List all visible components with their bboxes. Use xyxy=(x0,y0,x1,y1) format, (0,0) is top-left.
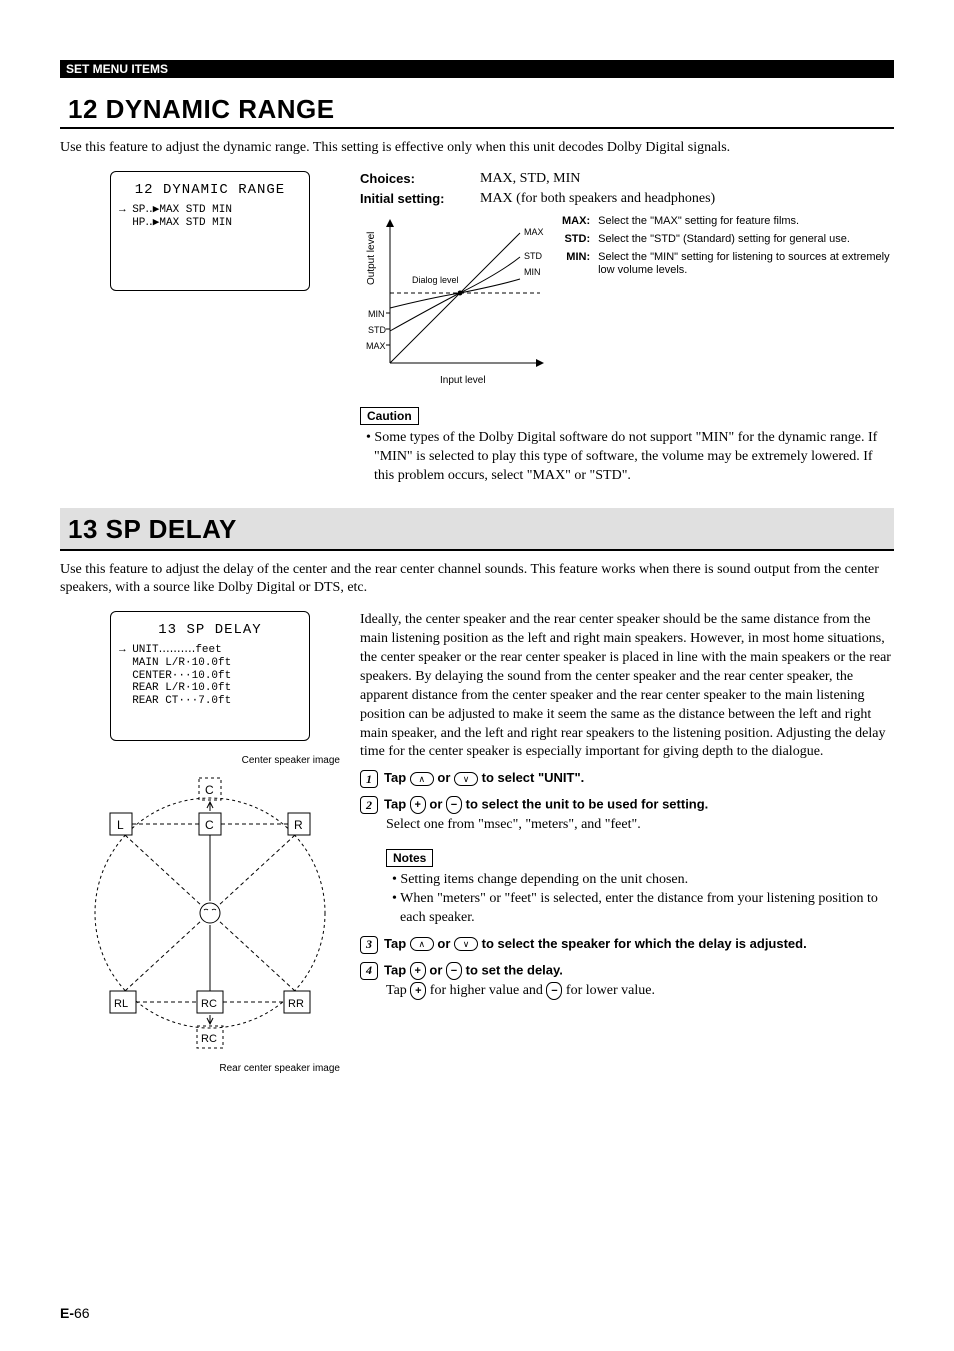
display-line: HP‥▶MAX STD MIN xyxy=(119,217,301,230)
speaker-diagram: Center speaker image L C R C xyxy=(80,755,340,1074)
minus-button-icon: − xyxy=(446,796,462,814)
svg-text:RC: RC xyxy=(201,998,217,1010)
step-sub-text: Tap xyxy=(386,983,410,998)
step-1: 1 Tap ∧ or ∨ to select "UNIT". xyxy=(360,770,894,788)
step-4-sub: Tap + for higher value and − for lower v… xyxy=(386,982,894,1001)
up-button-icon: ∧ xyxy=(410,937,434,951)
step-4: 4 Tap + or − to set the delay. xyxy=(360,962,894,980)
step-sub-text: for lower value. xyxy=(562,983,655,998)
choices-label: Choices: xyxy=(360,171,480,187)
step-text: to select "UNIT". xyxy=(478,770,584,785)
svg-text:RR: RR xyxy=(288,998,304,1010)
down-button-icon: ∨ xyxy=(454,937,478,951)
minus-button-icon: − xyxy=(446,962,462,980)
step-text: Tap xyxy=(384,770,410,785)
section-13-intro: Use this feature to adjust the delay of … xyxy=(60,561,894,597)
step-text: to select the speaker for which the dela… xyxy=(478,936,807,951)
svg-text:Output level: Output level xyxy=(366,232,377,285)
initial-label: Initial setting: xyxy=(360,191,480,207)
svg-text:RL: RL xyxy=(114,998,128,1010)
legend-row-min: MIN:Select the "MIN" setting for listeni… xyxy=(562,251,892,281)
minus-button-icon: − xyxy=(546,982,562,1000)
dynamic-range-graph: MAX STD MIN Dialog level MIN STD MAX Out… xyxy=(360,213,540,393)
display-sp-delay: 13 SP DELAY → UNIT‥‥‥‥‥feet MAIN L/R·10.… xyxy=(110,611,310,741)
step-number-3: 3 xyxy=(360,936,378,954)
step-2: 2 Tap + or − to select the unit to be us… xyxy=(360,796,894,814)
svg-text:STD: STD xyxy=(524,251,543,261)
legend-row-std: STD:Select the "STD" (Standard) setting … xyxy=(562,233,892,249)
step-text: or xyxy=(434,936,454,951)
step-text: or xyxy=(426,797,446,812)
step-text: to set the delay. xyxy=(462,962,563,977)
display-title-13: 13 SP DELAY xyxy=(119,622,301,638)
display-line: → UNIT‥‥‥‥‥feet xyxy=(119,644,301,657)
diagram-top-caption: Center speaker image xyxy=(80,755,340,766)
svg-text:MIN: MIN xyxy=(524,267,541,277)
display-title-12: 12 DYNAMIC RANGE xyxy=(119,182,301,198)
choices-value: MAX, STD, MIN xyxy=(480,171,580,187)
section-13-para: Ideally, the center speaker and the rear… xyxy=(360,611,894,762)
svg-text:L: L xyxy=(117,818,124,832)
svg-text:Dialog level: Dialog level xyxy=(412,275,459,285)
display-line: REAR L/R·10.0ft xyxy=(119,682,301,695)
step-number-2: 2 xyxy=(360,796,378,814)
note-item: • Setting items change depending on the … xyxy=(392,871,894,890)
step-text: or xyxy=(434,770,454,785)
step-text: or xyxy=(426,962,446,977)
svg-text:STD: STD xyxy=(368,325,387,335)
up-button-icon: ∧ xyxy=(410,772,434,786)
caution-text: • Some types of the Dolby Digital softwa… xyxy=(366,429,894,486)
header-bar: SET MENU ITEMS xyxy=(60,60,894,78)
svg-text:R: R xyxy=(294,818,303,832)
svg-text:C: C xyxy=(205,783,214,797)
step-number-4: 4 xyxy=(360,962,378,980)
down-button-icon: ∨ xyxy=(454,772,478,786)
svg-text:Input level: Input level xyxy=(440,375,486,386)
svg-text:MAX: MAX xyxy=(366,341,386,351)
step-3: 3 Tap ∧ or ∨ to select the speaker for w… xyxy=(360,936,894,954)
section-13-title: 13 SP DELAY xyxy=(60,508,894,551)
diagram-bottom-caption: Rear center speaker image xyxy=(80,1063,340,1074)
caution-label: Caution xyxy=(360,407,419,425)
note-item: • When "meters" or "feet" is selected, e… xyxy=(392,890,894,928)
display-line: → SP‥▶MAX STD MIN xyxy=(119,204,301,217)
svg-text:MAX: MAX xyxy=(524,227,544,237)
svg-text:MIN: MIN xyxy=(368,309,385,319)
svg-text:C: C xyxy=(205,818,214,832)
step-text: to select the unit to be used for settin… xyxy=(462,797,708,812)
svg-text:RC: RC xyxy=(201,1033,217,1045)
step-number-1: 1 xyxy=(360,770,378,788)
plus-button-icon: + xyxy=(410,796,426,814)
step-2-sub: Select one from "msec", "meters", and "f… xyxy=(386,816,894,835)
display-dynamic-range: 12 DYNAMIC RANGE → SP‥▶MAX STD MIN HP‥▶M… xyxy=(110,171,310,291)
display-line: MAIN L/R·10.0ft xyxy=(119,657,301,670)
page-number: E-66 xyxy=(60,1305,90,1321)
graph-legend: MAX:Select the "MAX" setting for feature… xyxy=(560,213,894,282)
plus-button-icon: + xyxy=(410,982,426,1000)
step-text: Tap xyxy=(384,962,410,977)
plus-button-icon: + xyxy=(410,962,426,980)
section-12-intro: Use this feature to adjust the dynamic r… xyxy=(60,139,894,157)
legend-row-max: MAX:Select the "MAX" setting for feature… xyxy=(562,215,892,231)
step-text: Tap xyxy=(384,797,410,812)
initial-value: MAX (for both speakers and headphones) xyxy=(480,191,715,207)
initial-row: Initial setting: MAX (for both speakers … xyxy=(360,191,894,207)
display-line: CENTER···10.0ft xyxy=(119,670,301,683)
section-12-title: 12 DYNAMIC RANGE xyxy=(60,90,894,129)
display-line: REAR CT···7.0ft xyxy=(119,695,301,708)
step-sub-text: for higher value and xyxy=(426,983,546,998)
step-text: Tap xyxy=(384,936,410,951)
notes-label: Notes xyxy=(386,849,433,867)
choices-row: Choices: MAX, STD, MIN xyxy=(360,171,894,187)
